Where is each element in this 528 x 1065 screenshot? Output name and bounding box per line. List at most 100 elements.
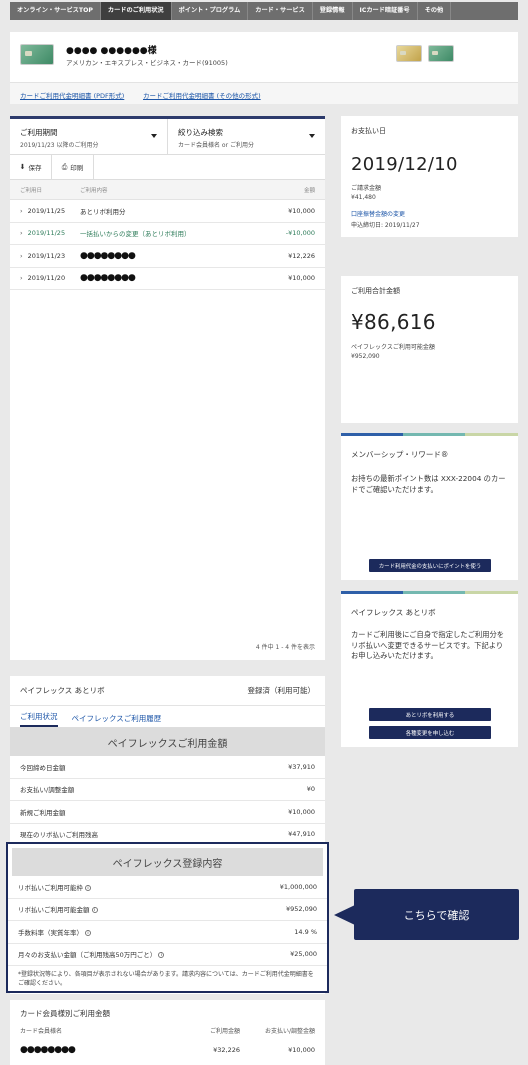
usage-row: 今回締め日金額 ¥37,910 (10, 756, 325, 779)
table-row[interactable]: › 2019/11/25 一括払いからの変更（あとリボ利用） -¥10,000 (10, 223, 325, 245)
registration-row: リボ払いご利用可能枠 i ¥1,000,000 (8, 876, 327, 899)
card-thumb-gold[interactable] (396, 45, 422, 62)
chevron-down-icon (151, 134, 157, 138)
row-count: 4 件中 1 - 4 件を表示 (255, 644, 315, 651)
save-button[interactable]: ⬇ 保存 (10, 155, 52, 179)
nav-item-other[interactable]: その他 (418, 2, 452, 20)
printer-icon: ⎙ (61, 162, 68, 171)
table-header: ご利用日 ご利用内容 金額 (10, 180, 325, 200)
nav-item-top[interactable]: オンライン・サービスTOP (10, 2, 101, 20)
registration-header: ペイフレックス登録内容 (12, 848, 323, 876)
callout-box: こちらで確認 (354, 889, 519, 940)
transactions-panel: ご利用期間 2019/11/23 以降のご利用分 絞り込み検索 カード会員様名 … (10, 116, 325, 660)
period-title: ご利用期間 (20, 128, 58, 137)
header-amount: 金額 (303, 187, 315, 194)
search-title: 絞り込み検索 (178, 128, 223, 137)
other-statement-link[interactable]: カードご利用代金明細書 (その他の形式) (143, 90, 261, 100)
row-date: 2019/11/25 (27, 206, 66, 215)
billed-value: ¥41,480 (351, 194, 376, 201)
row-desc: ●●●●●●●● (80, 250, 136, 261)
chevron-right-icon: › (20, 274, 23, 283)
nav-item-services[interactable]: カード・サービス (248, 2, 313, 20)
payment-date-panel: お支払い日 2019/12/10 ご請求金額 ¥41,480 口座振替金額の変更… (341, 116, 518, 237)
card-header: ●●●● ●●●●●●様 アメリカン・エキスプレス・ビジネス・カード(91005… (10, 32, 518, 82)
chevron-right-icon: › (20, 251, 23, 260)
total-panel: ご利用合計金額 ¥86,616 ペイフレックスご利用可能金額 ¥952,090 (341, 276, 518, 423)
registration-note: *登録状況等により、各項目が表示されない場合があります。請求内容については、カー… (18, 971, 314, 987)
card-holder-name: ●●●● ●●●●●●様 (66, 46, 157, 56)
row-amount: -¥10,000 (285, 229, 315, 238)
info-icon[interactable]: i (85, 884, 91, 891)
download-icon: ⬇ (19, 163, 26, 171)
info-icon[interactable]: i (158, 952, 165, 959)
use-atorevo-button[interactable]: あとリボを利用する (369, 708, 491, 721)
member-row: ●●●●●●●● ¥32,226 ¥10,000 (20, 1045, 315, 1055)
rewards-panel: メンバーシップ・リワード® お持ちの最新ポイント数は XXX-22004 のカー… (341, 433, 518, 580)
chevron-down-icon (309, 134, 315, 138)
header-desc: ご利用内容 (80, 187, 108, 194)
payment-label: お支払い日 (351, 127, 386, 135)
usage-header: ペイフレックスご利用金額 (10, 728, 325, 756)
member-usage-panel: カード会員様別ご利用金額 カード会員様名 ご利用金額 お支払い/調整金額 ●●●… (10, 1000, 325, 1065)
card-thumb-green[interactable] (428, 45, 454, 62)
change-amount-link[interactable]: 口座振替金額の変更 (351, 211, 405, 218)
nav-item-registration[interactable]: 登録情報 (313, 2, 353, 20)
tab-history[interactable]: ペイフレックスご利用履歴 (72, 713, 162, 727)
member-header-amount: ご利用金額 (209, 1028, 240, 1035)
member-adjust: ¥10,000 (288, 1046, 315, 1054)
available-value: ¥952,090 (351, 353, 380, 360)
accent-bar (341, 591, 518, 594)
payflex-status: 登録済（利用可能） (247, 686, 316, 695)
total-label: ご利用合計金額 (351, 287, 400, 295)
deadline: 申込締切日: 2019/11/27 (351, 222, 420, 229)
row-desc: 一括払いからの変更（あとリボ利用） (80, 230, 191, 239)
member-name: ●●●●●●●● (20, 1045, 76, 1055)
payment-date: 2019/12/10 (351, 154, 458, 175)
member-header-name: カード会員様名 (20, 1028, 63, 1035)
row-date: 2019/11/20 (27, 274, 66, 283)
row-desc: あとリボ利用分 (80, 207, 126, 216)
chevron-right-icon: › (20, 206, 23, 215)
info-icon[interactable]: i (91, 907, 98, 914)
total-value: ¥86,616 (351, 310, 436, 334)
tab-usage[interactable]: ご利用状況 (20, 711, 58, 727)
print-button[interactable]: ⎙ 印刷 (52, 155, 94, 179)
atorevo-panel: ペイフレックス あとリボ カードご利用後にご自身で指定したご利用分をリボ払いへ変… (341, 591, 518, 747)
use-points-button[interactable]: カード利用代金の支払いにポイントを使う (369, 559, 491, 572)
search-value: カード会員様名 or ご利用分 (178, 142, 254, 149)
registration-row: 手数料率（実質年率） i 14.9 % (8, 921, 327, 944)
print-label: 印刷 (70, 164, 84, 172)
header-date: ご利用日 (20, 187, 43, 194)
save-label: 保存 (28, 164, 42, 172)
chevron-right-icon: › (20, 229, 23, 238)
billed-label: ご請求金額 (351, 185, 382, 192)
period-value: 2019/11/23 以降のご利用分 (20, 142, 99, 149)
nav-item-usage[interactable]: カードのご利用状況 (100, 2, 172, 20)
payflex-panel: ペイフレックス あとリボ 登録済（利用可能） ご利用状況 ペイフレックスご利用履… (6, 676, 329, 994)
callout-arrow (334, 905, 355, 925)
rewards-text: お持ちの最新ポイント数は XXX-22004 のカードでご確認いただけます。 (351, 474, 506, 494)
card-image (20, 44, 54, 65)
available-label: ペイフレックスご利用可能金額 (351, 344, 435, 351)
top-nav: オンライン・サービスTOP カードのご利用状況 ポイント・プログラム カード・サ… (10, 2, 518, 20)
nav-item-pin[interactable]: ICカード暗証番号 (353, 2, 418, 20)
row-amount: ¥10,000 (288, 206, 315, 215)
table-row[interactable]: › 2019/11/23 ●●●●●●●● ¥12,226 (10, 245, 325, 268)
row-desc: ●●●●●●●● (80, 273, 136, 284)
info-icon[interactable]: i (85, 929, 91, 936)
table-row[interactable]: › 2019/11/25 あとリボ利用分 ¥10,000 (10, 200, 325, 223)
member-header-adjust: お支払い/調整金額 (264, 1028, 315, 1035)
pdf-statement-link[interactable]: カードご利用代金明細書 (PDF形式) (20, 90, 124, 100)
nav-item-points[interactable]: ポイント・プログラム (172, 2, 249, 20)
member-amount: ¥32,226 (213, 1046, 240, 1054)
filter-search-dropdown[interactable]: 絞り込み検索 カード会員様名 or ご利用分 (167, 119, 325, 154)
accent-bar (341, 433, 518, 436)
usage-row: お支払い/調整金額 ¥0 (10, 779, 325, 801)
table-row[interactable]: › 2019/11/20 ●●●●●●●● ¥10,000 (10, 268, 325, 290)
registration-row: リボ払いご利用可能金額 i ¥952,090 (8, 899, 327, 921)
period-dropdown[interactable]: ご利用期間 2019/11/23 以降のご利用分 (10, 119, 167, 154)
apply-changes-button[interactable]: 各種変更を申し込む (369, 726, 491, 739)
payflex-title: ペイフレックス あとリボ (20, 686, 105, 695)
rewards-title: メンバーシップ・リワード® (351, 450, 449, 459)
registration-row: 月々のお支払い金額（ご利用残高50万円ごと） i ¥25,000 (8, 944, 327, 966)
